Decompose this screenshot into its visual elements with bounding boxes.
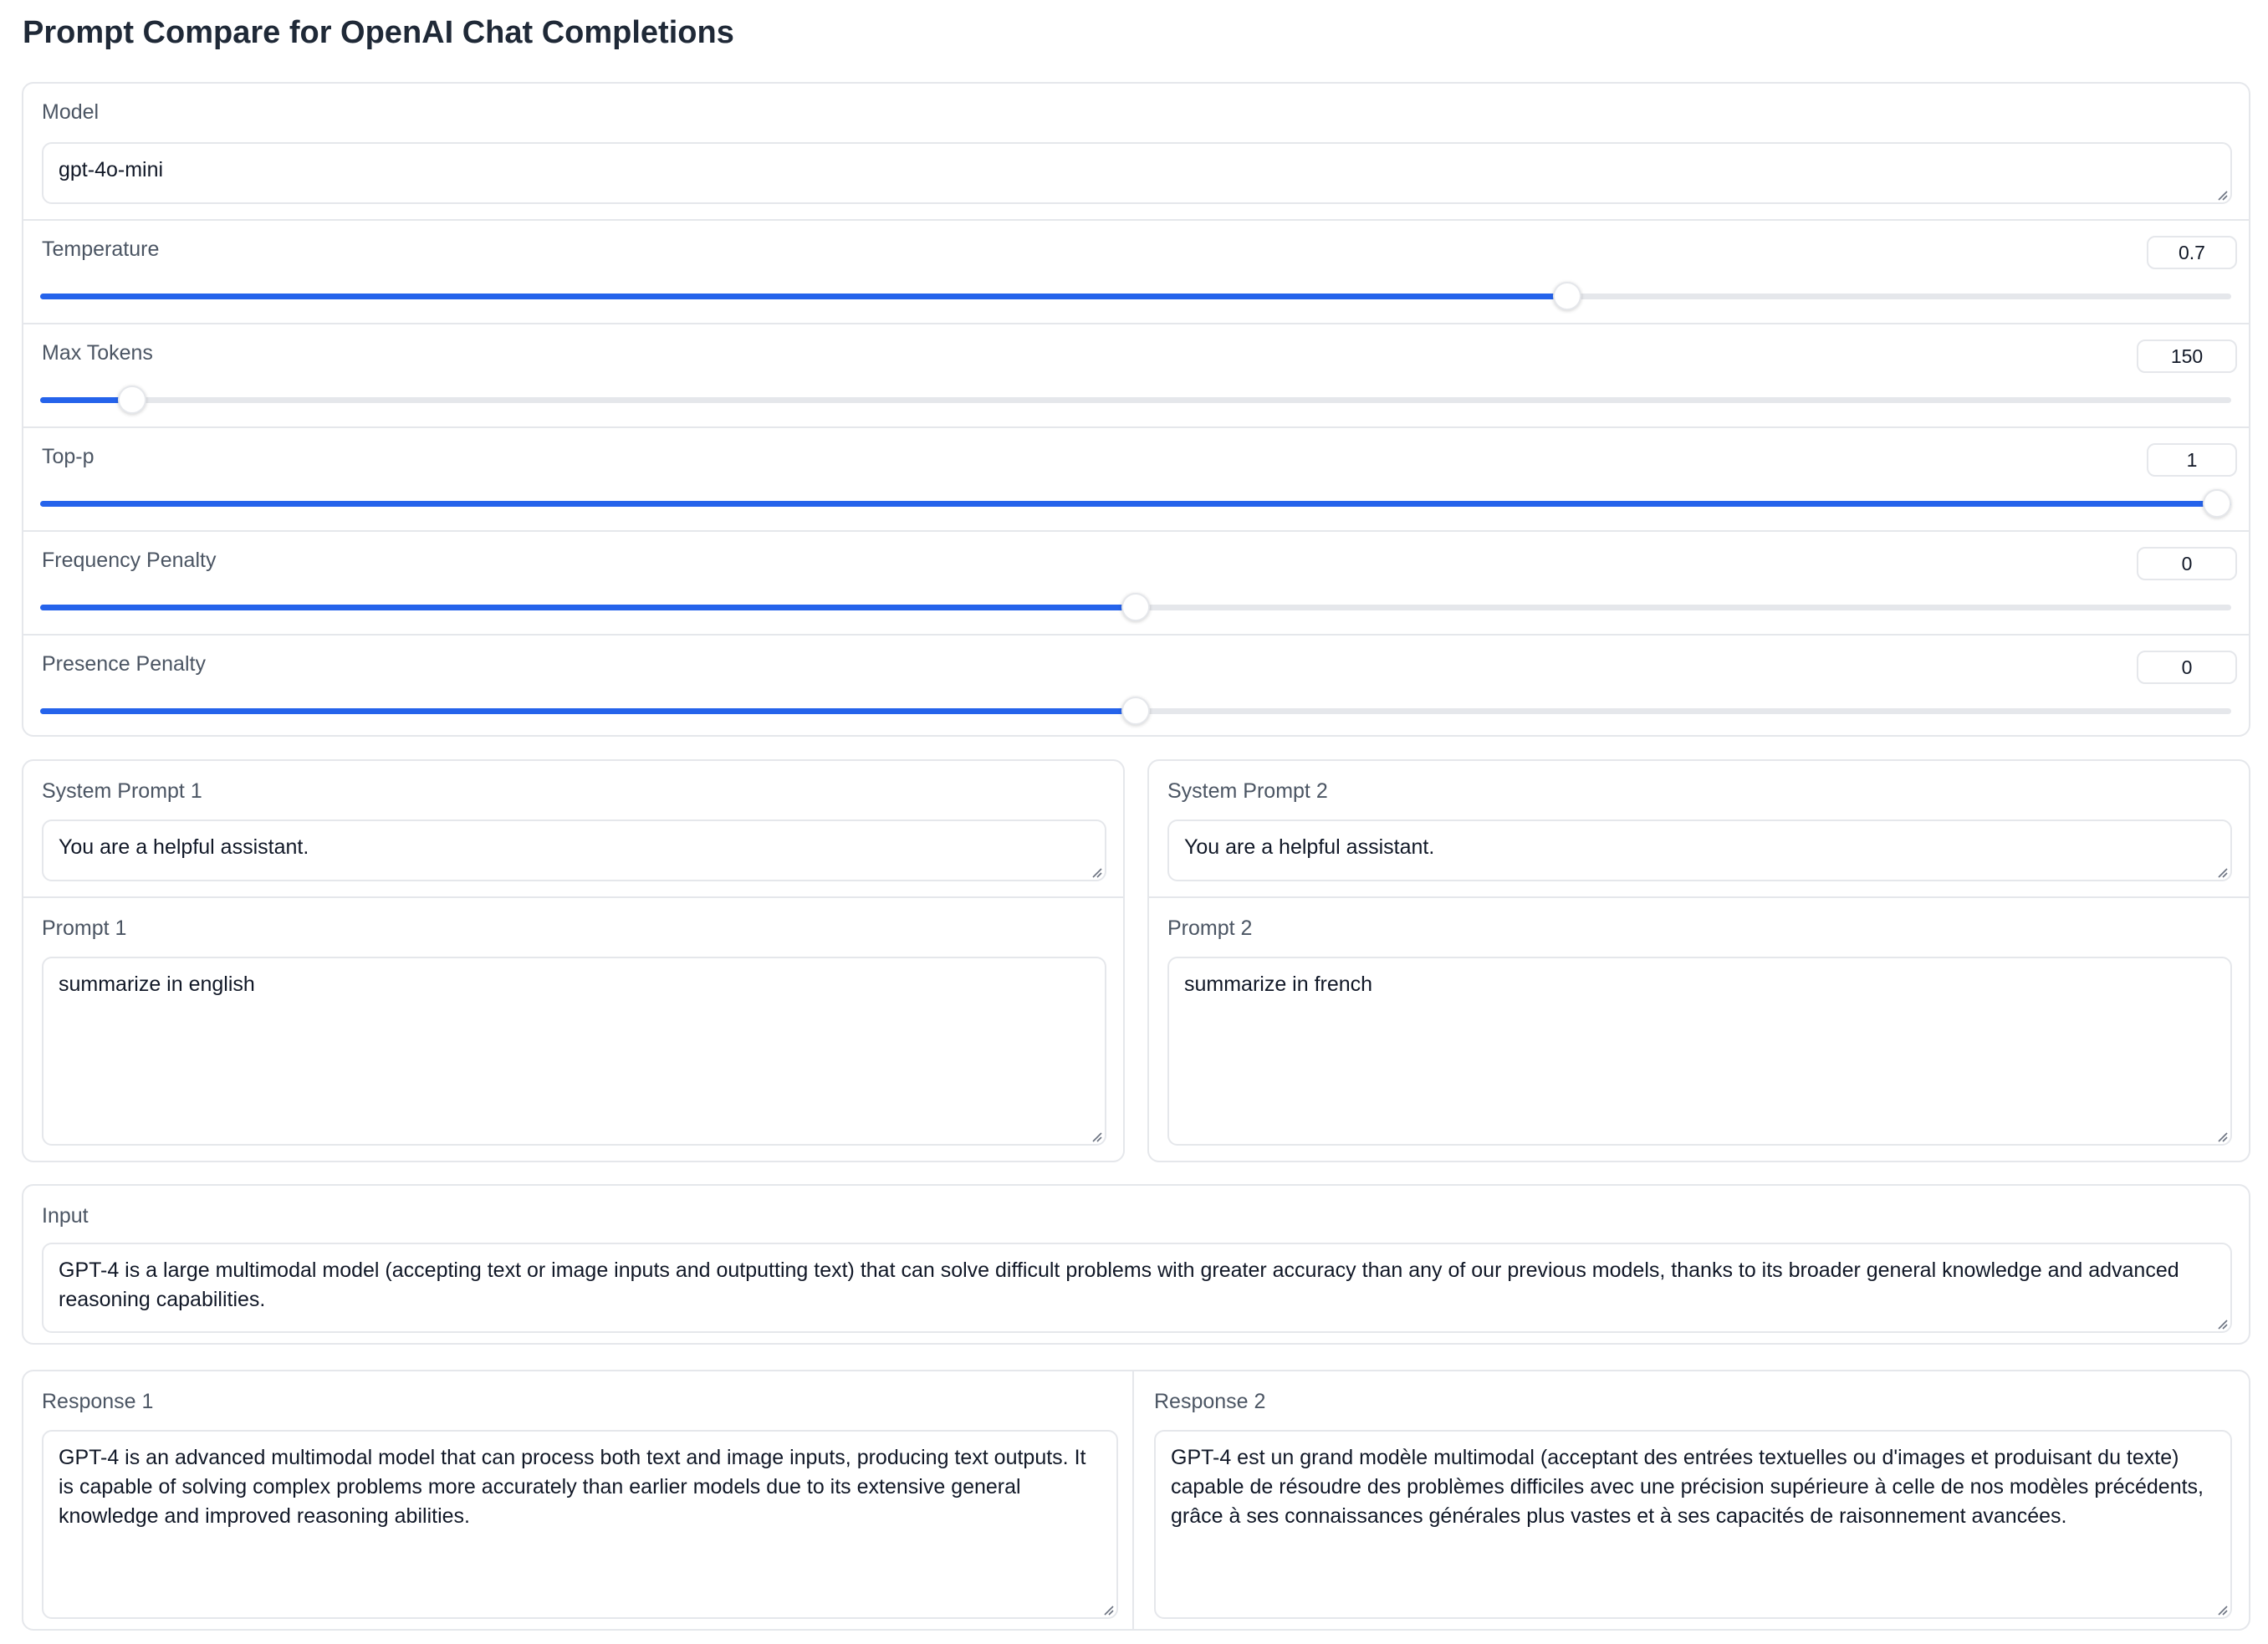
prompt-2-label: Prompt 2 (1167, 916, 1253, 940)
prompt-2-input[interactable]: summarize in french (1167, 957, 2232, 1146)
divider (1132, 1371, 1134, 1629)
divider (23, 634, 2249, 636)
max-tokens-slider[interactable] (40, 385, 2231, 414)
resize-grip-icon[interactable] (2216, 1318, 2228, 1330)
model-label: Model (42, 100, 100, 124)
prompt-panel-1: System Prompt 1 You are a helpful assist… (22, 759, 1125, 1162)
top-p-number-input[interactable]: 1 (2147, 443, 2237, 477)
response-1-label: Response 1 (42, 1390, 154, 1413)
divider (23, 219, 2249, 221)
temperature-slider[interactable] (40, 282, 2231, 310)
page-title: Prompt Compare for OpenAI Chat Completio… (23, 15, 734, 50)
slider-fill (40, 294, 1567, 299)
response-2-label: Response 2 (1154, 1390, 1266, 1413)
temperature-label: Temperature (42, 237, 160, 261)
resize-grip-icon[interactable] (2216, 1131, 2228, 1142)
responses-panel: Response 1 GPT-4 is an advanced multimod… (22, 1370, 2250, 1631)
prompt-panel-2: System Prompt 2 You are a helpful assist… (1147, 759, 2250, 1162)
slider-thumb[interactable] (1553, 282, 1581, 310)
slider-thumb[interactable] (2203, 489, 2231, 518)
system-prompt-1-input[interactable]: You are a helpful assistant. (42, 819, 1106, 881)
slider-fill (40, 605, 1136, 610)
system-prompt-2-label: System Prompt 2 (1167, 779, 1328, 803)
divider (23, 426, 2249, 428)
system-prompt-1-label: System Prompt 1 (42, 779, 202, 803)
presence-penalty-label: Presence Penalty (42, 652, 206, 676)
divider (23, 896, 1123, 898)
frequency-penalty-slider[interactable] (40, 593, 2231, 621)
prompt-1-input[interactable]: summarize in english (42, 957, 1106, 1146)
slider-fill (40, 501, 2231, 507)
frequency-penalty-number-input[interactable]: 0 (2137, 547, 2237, 580)
slider-fill (40, 708, 1136, 714)
resize-grip-icon[interactable] (2216, 1604, 2228, 1616)
max-tokens-number-input[interactable]: 150 (2137, 340, 2237, 373)
divider (23, 530, 2249, 532)
prompt-1-label: Prompt 1 (42, 916, 127, 940)
divider (1149, 896, 2249, 898)
max-tokens-label: Max Tokens (42, 341, 153, 365)
temperature-number-input[interactable]: 0.7 (2147, 236, 2237, 269)
resize-grip-icon[interactable] (2216, 189, 2228, 201)
response-1-output[interactable]: GPT-4 is an advanced multimodal model th… (42, 1430, 1118, 1619)
input-panel: Input GPT-4 is a large multimodal model … (22, 1184, 2250, 1345)
divider (23, 323, 2249, 324)
top-p-label: Top-p (42, 445, 94, 468)
resize-grip-icon[interactable] (1091, 866, 1102, 878)
slider-thumb[interactable] (1121, 697, 1150, 725)
resize-grip-icon[interactable] (1102, 1604, 1114, 1616)
presence-penalty-number-input[interactable]: 0 (2137, 651, 2237, 684)
slider-thumb[interactable] (1121, 593, 1150, 621)
resize-grip-icon[interactable] (2216, 866, 2228, 878)
system-prompt-2-input[interactable]: You are a helpful assistant. (1167, 819, 2232, 881)
resize-grip-icon[interactable] (1091, 1131, 1102, 1142)
presence-penalty-slider[interactable] (40, 697, 2231, 725)
settings-panel: Model gpt-4o-mini Temperature 0.7 Max To… (22, 82, 2250, 737)
top-p-slider[interactable] (40, 489, 2231, 518)
model-input[interactable]: gpt-4o-mini (42, 142, 2232, 204)
input-label: Input (42, 1204, 89, 1228)
frequency-penalty-label: Frequency Penalty (42, 549, 217, 572)
slider-thumb[interactable] (118, 385, 146, 414)
response-2-output[interactable]: GPT-4 est un grand modèle multimodal (ac… (1154, 1430, 2232, 1619)
input-textarea[interactable]: GPT-4 is a large multimodal model (accep… (42, 1243, 2232, 1333)
